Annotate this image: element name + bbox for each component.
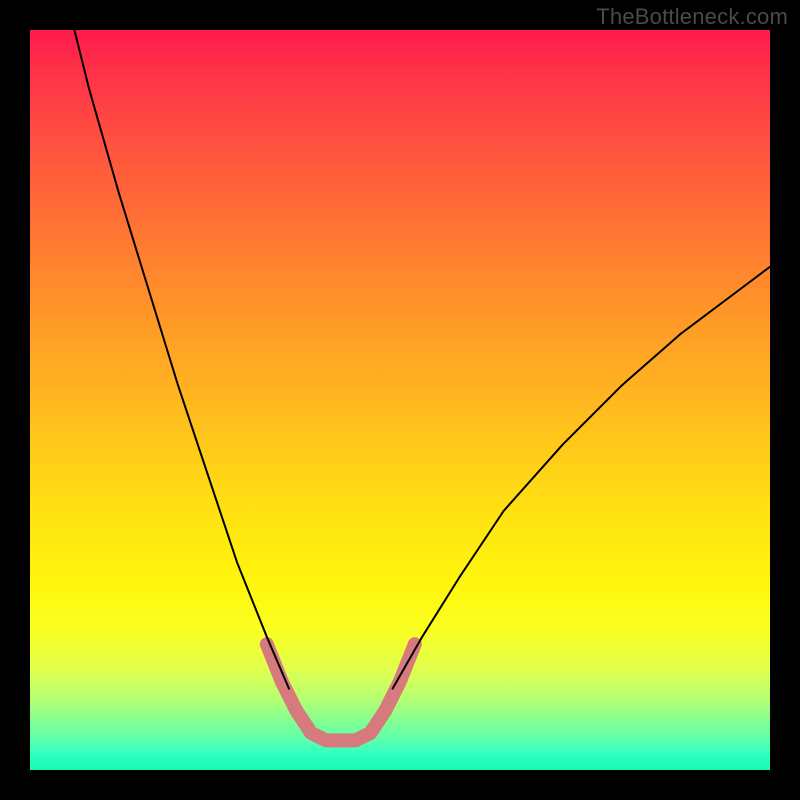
series-right-arm	[393, 267, 770, 689]
series-left-arm	[74, 30, 289, 689]
plot-area	[30, 30, 770, 770]
curve-svg	[30, 30, 770, 770]
watermark-text: TheBottleneck.com	[596, 4, 788, 30]
series-bottom-highlight	[267, 644, 415, 740]
chart-frame: TheBottleneck.com	[0, 0, 800, 800]
